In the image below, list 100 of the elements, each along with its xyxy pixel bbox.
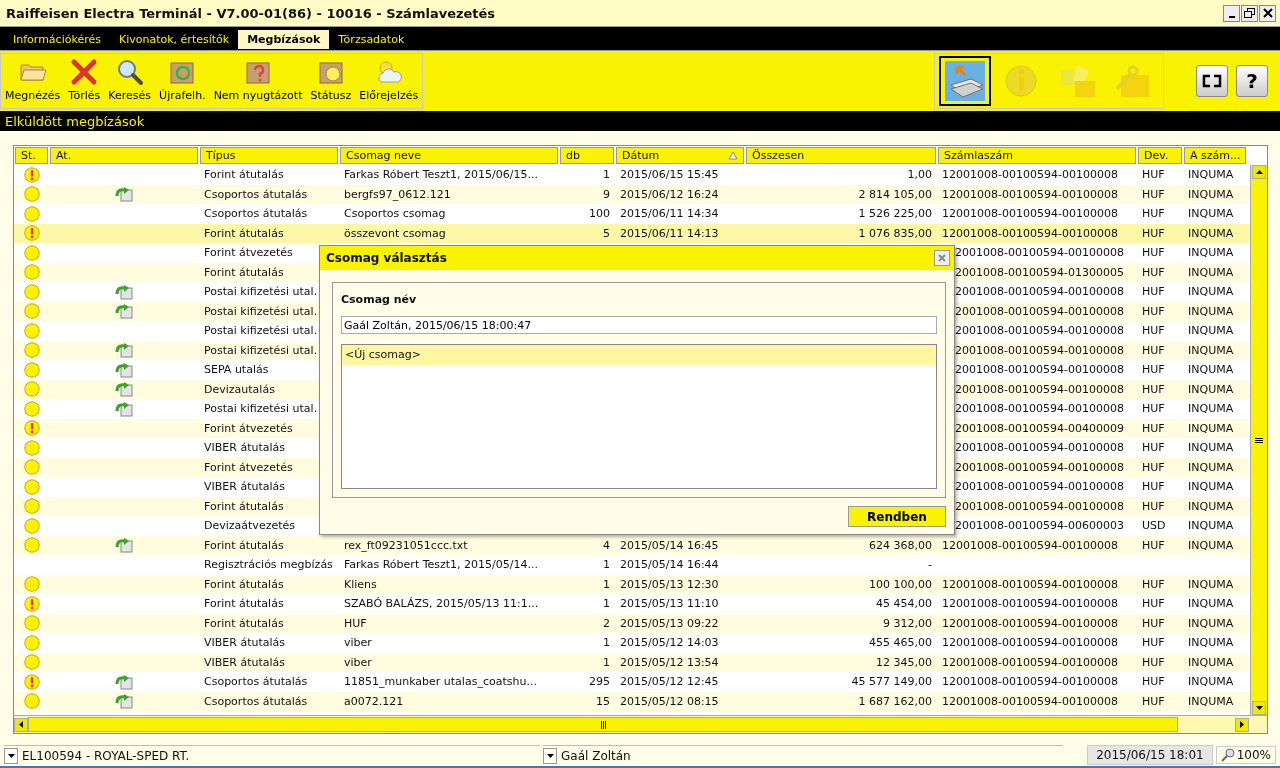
table-cell-text: HUF [1141, 284, 1166, 301]
table-cell-text: HUF [1141, 342, 1166, 359]
table-cell-text: 11851_munkaber utalas_coatshu... [343, 674, 538, 691]
table-cell-text: HUF [1141, 245, 1166, 262]
table-cell-text: Regisztrációs megbízás [203, 557, 334, 574]
column-header[interactable]: Számlaszám [938, 147, 1136, 164]
table-cell-text: Postai kifizetési utal. [203, 284, 319, 301]
table-cell-text: 12001008-00100594-00100008 [941, 576, 1119, 593]
help-button[interactable]: ? [1236, 65, 1268, 97]
table-cell-text: Postai kifizetési utal. [203, 303, 319, 320]
table-cell-text: 1 [602, 635, 611, 652]
ok-button[interactable]: Rendben [848, 506, 946, 527]
close-icon [938, 254, 946, 262]
column-header[interactable]: Dev. [1138, 147, 1182, 164]
column-header[interactable]: A szám... [1184, 147, 1246, 164]
table-cell-text: 624 368,00 [868, 537, 933, 554]
scroll-down-icon[interactable] [1252, 701, 1266, 715]
module-button[interactable] [939, 56, 991, 106]
table-cell-text: 2001008-00100594-00100008 [954, 323, 1125, 340]
table-cell-text: INQUMA [1187, 615, 1235, 632]
menu-tab[interactable]: Kivonatok, értesítők [109, 30, 239, 49]
column-header[interactable]: St. [15, 147, 48, 164]
table-cell-text: 2001008-00100594-00100008 [954, 342, 1125, 359]
toolbar-button[interactable]: Megnézés [1, 57, 65, 108]
table-cell-text: Devizaátvezetés [203, 518, 296, 535]
table-cell-text: 2015/05/12 12:45 [619, 674, 720, 691]
column-header[interactable]: At. [50, 147, 198, 164]
table-cell-text: INQUMA [1187, 420, 1235, 437]
table-cell-text: 2015/06/11 14:34 [619, 206, 720, 223]
table-cell-text: 100 100,00 [868, 576, 933, 593]
menu-tab[interactable]: Információkérés [4, 30, 110, 49]
column-header[interactable]: Típus [200, 147, 338, 164]
brackets-button[interactable] [1196, 65, 1228, 97]
scroll-left-icon[interactable] [14, 717, 28, 732]
table-cell-text: 12001008-00100594-00100008 [941, 654, 1119, 671]
table-cell-text: 2 [602, 615, 611, 632]
table-cell-text: Forint átutalás [203, 537, 285, 554]
list-item[interactable]: <Új csomag> [342, 345, 936, 365]
horizontal-scrollbar[interactable] [14, 715, 1267, 733]
menu-tab[interactable]: Megbízások [238, 30, 330, 49]
table-cell-text: Forint átvezetés [203, 459, 294, 476]
toolbar-button[interactable]: Keresés [104, 57, 156, 108]
table-cell-text: HUF [1141, 693, 1166, 710]
table-cell-text: 1 076 835,00 [857, 225, 933, 242]
toolbar-button[interactable]: Előrejelzés [355, 57, 423, 108]
table-cell-text: Forint átvezetés [203, 420, 294, 437]
column-header[interactable]: Csomag neve [340, 147, 558, 164]
table-cell-text: INQUMA [1187, 654, 1235, 671]
table-cell-text: HUF [1141, 615, 1166, 632]
toolbar-button[interactable]: Nem nyugtázott [209, 57, 307, 108]
menu-tab[interactable]: Törzsadatok [329, 30, 414, 49]
section-title: Elküldött megbízások [0, 111, 1280, 131]
table-cell-text: INQUMA [1187, 518, 1235, 535]
scroll-up-icon[interactable] [1252, 165, 1266, 179]
table-cell-text: bergfs97_0612.121 [343, 186, 452, 203]
status-datetime: 2015/06/15 18:01 [1087, 745, 1213, 765]
sort-icon [728, 151, 738, 160]
table-cell-text: 12001008-00100594-00100008 [941, 674, 1119, 691]
table-cell-text: INQUMA [1187, 362, 1235, 379]
close-button[interactable] [1259, 4, 1276, 22]
column-header[interactable]: db [560, 147, 614, 164]
table-cell-text: INQUMA [1187, 206, 1235, 223]
column-header[interactable]: Dátum [616, 147, 744, 164]
table-cell-text: 9 [602, 186, 611, 203]
table-cell-text: 2001008-00100594-00100008 [954, 303, 1125, 320]
grip-icon[interactable] [600, 720, 606, 729]
scroll-right-icon[interactable] [1235, 717, 1249, 732]
grip-icon[interactable] [1255, 437, 1263, 443]
toolbar-button[interactable]: Újrafelh. [155, 57, 210, 108]
table-cell-text: 1 [602, 167, 611, 184]
table-cell-text: Postai kifizetési utal. [203, 323, 319, 340]
toolbar-button[interactable]: Törlés [64, 57, 105, 108]
table-cell-text: HUF [1141, 674, 1166, 691]
table-cell-text: 2001008-00100594-00100008 [954, 245, 1125, 262]
table-cell-text: Forint átutalás [203, 225, 285, 242]
table-cell-text: Forint átutalás [203, 596, 285, 613]
client-dropdown[interactable]: EL100594 - ROYAL-SPED RT. [4, 745, 540, 765]
table-cell-text: 2015/05/13 11:10 [619, 596, 720, 613]
table-cell-text: - [927, 557, 933, 574]
table-cell-text: HUF [1141, 264, 1166, 281]
input-field[interactable]: Gaál Zoltán, 2015/06/15 18:00:47 [341, 316, 937, 334]
vertical-scrollbar[interactable] [1250, 165, 1267, 715]
toolbar-button[interactable]: Státusz [306, 57, 356, 108]
table-cell-text: Csoportos átutalás [203, 186, 309, 203]
table-cell-text: Csoportos átutalás [203, 674, 309, 691]
table-cell-text: Postai kifizetési utal. [203, 401, 319, 418]
table-cell-text: 455 465,00 [868, 635, 933, 652]
column-header[interactable]: Összesen [746, 147, 936, 164]
restore-button[interactable] [1241, 4, 1258, 22]
window-title: Raiffeisen Electra Terminál - V7.00-01(86) - 10016 - Számlavezetés [6, 5, 497, 21]
table-cell-text: INQUMA [1187, 225, 1235, 242]
table-cell-text: 2015/05/12 13:54 [619, 654, 720, 671]
user-dropdown[interactable]: Gaál Zoltán [543, 745, 1063, 765]
table-cell-text: 2001008-00100594-00600003 [954, 518, 1125, 535]
table-cell-text: 12001008-00100594-00100008 [941, 186, 1119, 203]
table-cell-text: 2015/05/13 09:22 [619, 615, 720, 632]
table-cell-text: 12001008-00100594-00100008 [941, 635, 1119, 652]
zoom-control[interactable]: 100% [1215, 746, 1276, 764]
minimize-button[interactable] [1223, 4, 1240, 22]
table-cell-text: 1 [602, 557, 611, 574]
